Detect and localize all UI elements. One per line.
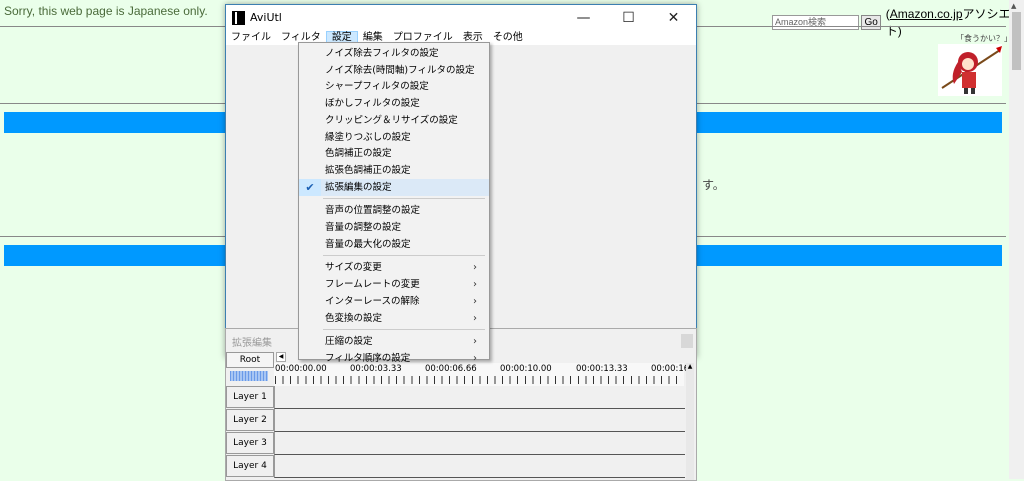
layer-lane[interactable] <box>274 455 685 478</box>
settings-menu-item[interactable]: 音量の調整の設定 <box>299 219 489 236</box>
time-label: 00:00:10.00 <box>500 364 552 374</box>
settings-menu-item-label: ノイズ除去フィルタの設定 <box>325 48 439 59</box>
partial-page-text: す。 <box>702 178 725 192</box>
time-label: 00:00:16 <box>651 364 690 374</box>
settings-menu-item-label: インターレースの解除 <box>325 295 420 307</box>
submenu-arrow-icon: › <box>473 352 477 364</box>
settings-menu-item-label: クリッピング＆リサイズの設定 <box>325 114 458 126</box>
minimize-button[interactable]: — <box>561 5 606 31</box>
settings-menu-item-label: フレームレートの変更 <box>325 279 420 291</box>
settings-menu-item[interactable]: シャープフィルタの設定 <box>299 78 489 95</box>
settings-menu-item-label: 色変換の設定 <box>325 312 383 324</box>
settings-menu-item-label: ノイズ除去(時間軸)フィルタの設定 <box>325 64 475 76</box>
settings-menu-item-label: 拡張色調補正の設定 <box>325 164 411 176</box>
layer-lane[interactable] <box>274 386 685 409</box>
settings-menu-item-label: ぼかしフィルタの設定 <box>325 98 420 110</box>
settings-menu-item-label: サイズの変更 <box>325 262 382 274</box>
settings-menu-item[interactable]: ぼかしフィルタの設定 <box>299 95 489 112</box>
title-bar[interactable]: AviUtl — ☐ ✕ <box>226 5 696 31</box>
layer-button[interactable]: Layer 1 <box>226 386 274 408</box>
image-caption: 「食うかい？」 <box>956 34 1012 43</box>
settings-menu-item-label: シャープフィルタの設定 <box>325 81 429 93</box>
time-label: 00:00:13.33 <box>576 364 628 374</box>
zoom-slider[interactable] <box>230 371 268 381</box>
settings-menu-item[interactable]: 音量の最大化の設定 <box>299 236 489 253</box>
settings-menu-item[interactable]: クリッピング＆リサイズの設定 <box>299 112 489 129</box>
scroll-left-icon[interactable]: ◀ <box>276 352 286 362</box>
settings-menu-item[interactable]: 色調補正の設定 <box>299 145 489 162</box>
settings-menu-item[interactable]: 色変換の設定 › <box>299 310 489 327</box>
layer-lane[interactable] <box>274 409 685 432</box>
timeline-scroll-up-icon[interactable]: ▲ <box>686 363 694 371</box>
page-scroll-thumb[interactable] <box>1012 12 1021 70</box>
root-button[interactable]: Root <box>226 352 274 368</box>
scroll-up-icon[interactable]: ▲ <box>1011 2 1016 10</box>
menu-separator <box>323 329 485 331</box>
layer-lane[interactable] <box>274 432 685 455</box>
menu-separator <box>323 255 485 257</box>
menu-0[interactable]: ファイル <box>226 31 276 45</box>
settings-menu-item[interactable]: 縁塗りつぶしの設定 <box>299 129 489 146</box>
settings-menu-item[interactable]: 音声の位置調整の設定 <box>299 202 489 219</box>
settings-menu-item[interactable]: サイズの変更 › <box>299 259 489 276</box>
amazon-search-input[interactable]: Amazon検索 <box>772 14 860 30</box>
sorry-message: Sorry, this web page is Japanese only. <box>4 4 208 18</box>
timeline-vscroll[interactable] <box>686 363 694 480</box>
settings-menu-item[interactable]: ノイズ除去(時間軸)フィルタの設定 <box>299 62 489 79</box>
settings-menu-item[interactable]: 拡張色調補正の設定 <box>299 162 489 179</box>
window-title: AviUtl <box>250 11 282 24</box>
settings-menu-item-label: 音量の調整の設定 <box>325 222 402 233</box>
aviutl-app-icon <box>232 11 245 25</box>
settings-menu-item[interactable]: インターレースの解除 › <box>299 293 489 310</box>
settings-menu-item-label: 音量の最大化の設定 <box>325 238 411 250</box>
settings-menu-item-label: 圧縮の設定 <box>325 336 373 348</box>
settings-dropdown-menu: ノイズ除去フィルタの設定ノイズ除去(時間軸)フィルタの設定 シャープフィルタの設定… <box>298 42 490 364</box>
character-image <box>938 44 1002 96</box>
maximize-button[interactable]: ☐ <box>606 5 651 31</box>
timeline-close-button[interactable] <box>681 334 693 348</box>
close-button[interactable]: ✕ <box>651 5 696 31</box>
close-icon: ✕ <box>667 10 680 26</box>
maximize-icon: ☐ <box>622 10 635 26</box>
timeline-title: 拡張編集 <box>232 338 272 349</box>
submenu-arrow-icon: › <box>473 312 477 324</box>
settings-menu-item[interactable]: 圧縮の設定 › <box>299 333 489 350</box>
menu-6[interactable]: その他 <box>488 31 528 45</box>
settings-menu-item-label: フィルタ順序の設定 <box>325 352 411 364</box>
minimize-icon: — <box>576 10 591 26</box>
page-scrollbar[interactable] <box>1009 0 1024 479</box>
settings-menu-item[interactable]: フレームレートの変更 › <box>299 276 489 293</box>
layer-button[interactable]: Layer 2 <box>226 409 274 431</box>
checkmark-icon: ✔ <box>299 178 321 196</box>
settings-menu-item-label: 色調補正の設定 <box>325 148 392 160</box>
settings-menu-item[interactable]: ✔ 拡張編集の設定 <box>299 178 489 196</box>
layer-button[interactable]: Layer 3 <box>226 432 274 454</box>
settings-menu-item[interactable]: ノイズ除去フィルタの設定 <box>299 45 489 62</box>
submenu-arrow-icon: › <box>473 336 477 348</box>
settings-menu-item[interactable]: フィルタ順序の設定 › <box>299 350 489 367</box>
submenu-arrow-icon: › <box>473 295 477 307</box>
settings-menu-item-label: 縁塗りつぶしの設定 <box>325 131 411 143</box>
settings-menu-item-label: 音声の位置調整の設定 <box>325 205 421 217</box>
submenu-arrow-icon: › <box>473 262 477 274</box>
layer-button[interactable]: Layer 4 <box>226 455 274 477</box>
settings-menu-item-label: 拡張編集の設定 <box>325 181 392 193</box>
amazon-link[interactable]: Amazon.co.jp <box>890 7 963 21</box>
amazon-go-button[interactable]: Go <box>861 14 881 30</box>
submenu-arrow-icon: › <box>473 279 477 291</box>
menu-separator <box>323 198 485 200</box>
ruler-ticks <box>275 376 684 384</box>
